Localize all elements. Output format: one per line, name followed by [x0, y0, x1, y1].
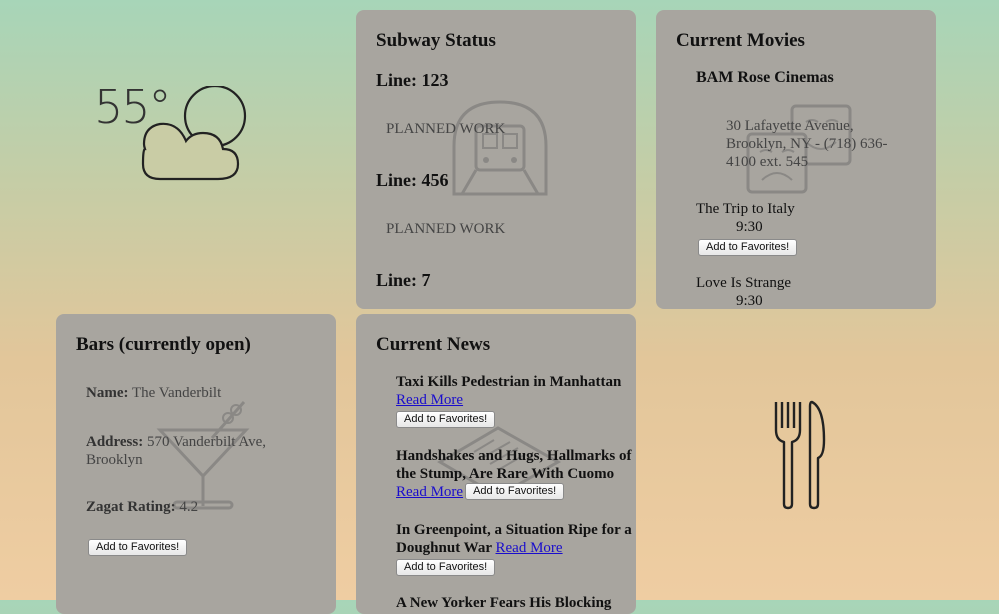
- bar-name-value: The Vanderbilt: [131, 385, 222, 401]
- read-more-link[interactable]: Read More: [396, 392, 463, 408]
- subway-title: Subway Status: [376, 30, 496, 51]
- subway-line-status: PLANNED WORK: [386, 221, 506, 237]
- news-title: Current News: [376, 334, 491, 355]
- bar-zagat-value: 4.2: [179, 499, 199, 515]
- current-news-panel: Current News Taxi Kills Pedestrian in Ma…: [356, 314, 636, 614]
- news-headline: A New Yorker Fears His Blocking: [396, 595, 612, 611]
- weather-widget: 55°: [90, 80, 260, 190]
- subway-line: Line: 123: [376, 70, 449, 90]
- add-to-favorites-button[interactable]: Add to Favorites!: [465, 483, 565, 500]
- subway-line: Line: 7: [376, 270, 431, 290]
- add-to-favorites-button[interactable]: Add to Favorites!: [698, 239, 798, 256]
- news-headline: Handshakes and Hugs, Hallmarks of the St…: [396, 448, 632, 482]
- subway-line-status: PLANNED WORK: [386, 121, 506, 137]
- theater-name: BAM Rose Cinemas: [696, 69, 834, 86]
- subway-status-panel: Subway Status Line: 123 PLANNED WORK Lin…: [356, 10, 636, 309]
- bar-zagat-rating: Zagat Rating: 4.2: [86, 499, 198, 516]
- news-item: In Greenpoint, a Situation Ripe for a Do…: [396, 521, 636, 576]
- add-to-favorites-button[interactable]: Add to Favorites!: [396, 559, 496, 576]
- partly-cloudy-icon: [141, 86, 247, 181]
- bar-address-label: Address:: [86, 434, 144, 450]
- add-to-favorites-button[interactable]: Add to Favorites!: [88, 539, 188, 556]
- news-item: Taxi Kills Pedestrian in Manhattan Read …: [396, 373, 636, 428]
- movies-title: Current Movies: [676, 30, 805, 51]
- news-item: Handshakes and Hugs, Hallmarks of the St…: [396, 447, 636, 501]
- theater-address: 30 Lafayette Avenue, Brooklyn, NY - (718…: [726, 118, 888, 170]
- bar-address: Address: 570 Vanderbilt Ave, Brooklyn: [86, 433, 306, 469]
- movie-time: 9:30: [736, 219, 763, 235]
- movie-time: 9:30: [736, 293, 763, 309]
- fork-knife-icon: [774, 400, 826, 510]
- bars-title: Bars (currently open): [76, 334, 251, 355]
- subway-train-icon: [452, 100, 548, 196]
- bar-zagat-label: Zagat Rating:: [86, 499, 176, 515]
- bar-name: Name: The Vanderbilt: [86, 385, 221, 402]
- read-more-link[interactable]: Read More: [496, 540, 563, 556]
- movie-title: Love Is Strange: [696, 275, 791, 291]
- subway-line: Line: 456: [376, 170, 449, 190]
- bar-name-label: Name:: [86, 385, 129, 401]
- news-headline: Taxi Kills Pedestrian in Manhattan: [396, 374, 622, 390]
- news-item: A New Yorker Fears His Blocking: [396, 594, 636, 612]
- add-to-favorites-button[interactable]: Add to Favorites!: [396, 411, 496, 428]
- movie-title: The Trip to Italy: [696, 201, 795, 217]
- bars-panel: Bars (currently open) Name: The Vanderbi…: [56, 314, 336, 614]
- read-more-link[interactable]: Read More: [396, 484, 463, 500]
- current-movies-panel: Current Movies BAM Rose Cinemas 30 Lafay…: [656, 10, 936, 309]
